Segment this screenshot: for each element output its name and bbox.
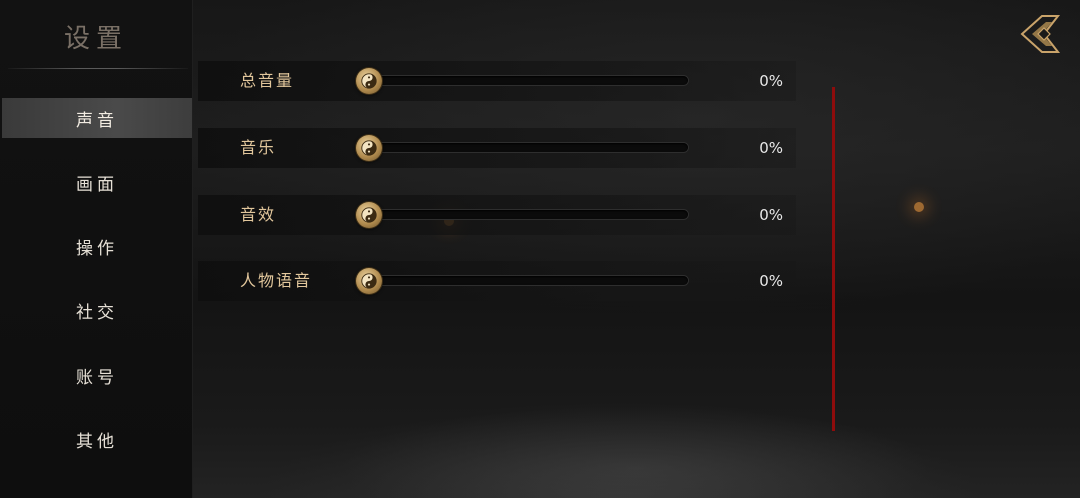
slider-value: 0% <box>759 139 783 157</box>
slider-row-master-volume: 总音量 0% <box>198 61 796 101</box>
slider-value: 0% <box>759 206 783 224</box>
yin-yang-icon <box>361 207 377 223</box>
nav-item-label: 操作 <box>76 238 118 259</box>
nav-item-label: 其他 <box>76 431 118 452</box>
nav-item-account[interactable]: 账号 <box>2 355 192 395</box>
page-title: 设置 <box>63 24 128 54</box>
nav-item-label: 社交 <box>76 302 118 323</box>
slider-label: 音效 <box>240 205 277 224</box>
yin-yang-icon <box>361 273 377 289</box>
slider-row-sfx: 音效 0% <box>198 195 796 235</box>
slider-label: 总音量 <box>240 71 295 90</box>
sfx-knob[interactable] <box>356 202 382 228</box>
yin-yang-icon <box>361 140 377 156</box>
master-volume-track[interactable] <box>366 76 688 85</box>
slider-value: 0% <box>759 72 783 90</box>
character-voice-knob[interactable] <box>356 268 382 294</box>
background-fog <box>192 300 1080 498</box>
nav-item-sound[interactable]: 声音 <box>2 98 192 138</box>
slider-row-character-voice: 人物语音 0% <box>198 261 796 301</box>
settings-sidebar: 设置 声音 画面 操作 社交 账号 其他 <box>0 0 193 498</box>
nav-item-social[interactable]: 社交 <box>2 290 192 330</box>
back-arrow-icon <box>1020 15 1061 53</box>
character-voice-track[interactable] <box>366 276 688 285</box>
slider-label: 人物语音 <box>240 271 313 290</box>
nav-item-display[interactable]: 画面 <box>2 162 192 202</box>
nav-item-label: 画面 <box>76 174 118 195</box>
slider-label: 音乐 <box>240 138 277 157</box>
slider-value: 0% <box>759 272 783 290</box>
master-volume-knob[interactable] <box>356 68 382 94</box>
title-divider <box>8 68 188 69</box>
nav-item-label: 声音 <box>76 110 118 131</box>
nav-item-other[interactable]: 其他 <box>2 419 192 459</box>
music-knob[interactable] <box>356 135 382 161</box>
scrollbar[interactable] <box>832 87 835 431</box>
sfx-track[interactable] <box>366 210 688 219</box>
yin-yang-icon <box>361 73 377 89</box>
back-button[interactable] <box>1018 12 1062 56</box>
lantern-glow-right <box>914 202 924 212</box>
music-track[interactable] <box>366 143 688 152</box>
slider-row-music: 音乐 0% <box>198 128 796 168</box>
nav-item-controls[interactable]: 操作 <box>2 226 192 266</box>
nav-item-label: 账号 <box>76 367 118 388</box>
